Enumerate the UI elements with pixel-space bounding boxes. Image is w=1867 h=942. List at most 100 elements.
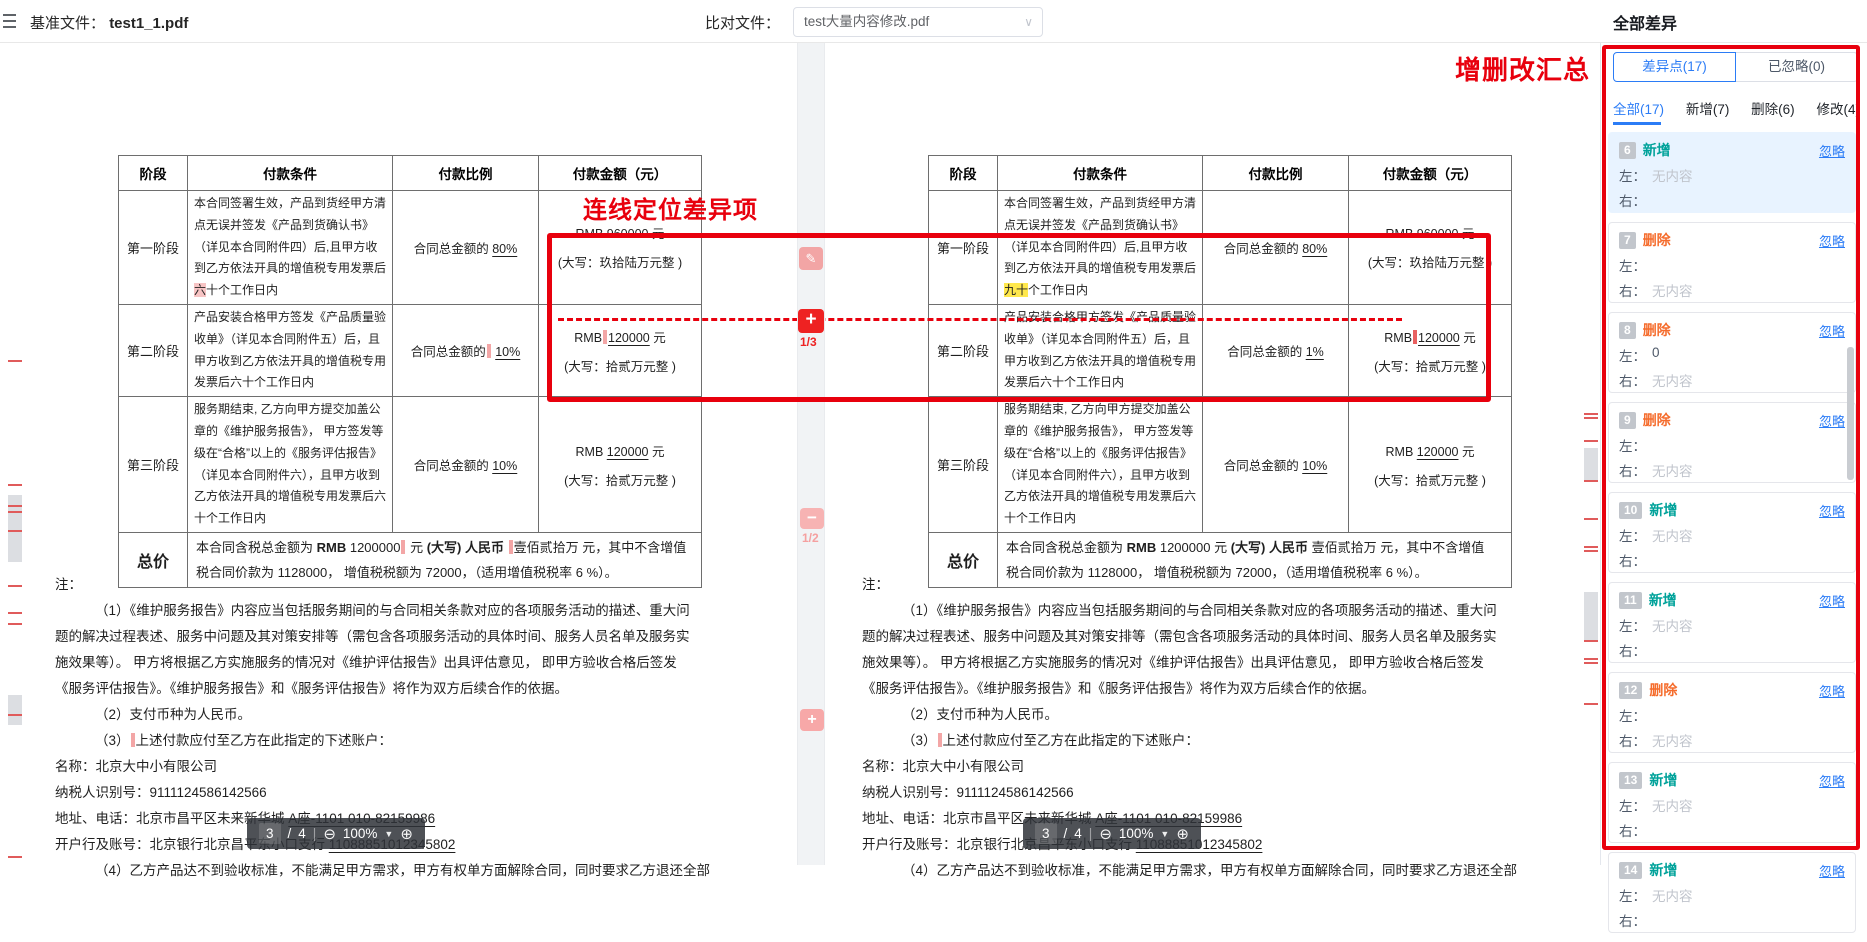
diff-card[interactable]: 14 新增 忽略 左：无内容 右：: [1608, 852, 1856, 933]
zoom-out-icon[interactable]: ⊖: [323, 825, 336, 843]
diff-type-label: 删除: [1649, 680, 1677, 700]
filter-modified[interactable]: 修改(4): [1817, 98, 1861, 118]
ignore-link[interactable]: 忽略: [1819, 771, 1845, 790]
ratio-cell: 合同总金额的 80%: [1203, 191, 1349, 305]
diff-card[interactable]: 12 删除 忽略 左： 右：无内容: [1608, 672, 1856, 753]
toolbar-divider: |: [313, 826, 317, 841]
filter-all[interactable]: 全部(17): [1613, 98, 1664, 118]
right-page-toolbar: 3 / 4 | ⊖ 100% ▼ ⊕: [1023, 818, 1201, 849]
left-minimap-strip[interactable]: [8, 43, 24, 865]
ignore-link[interactable]: 忽略: [1819, 501, 1845, 520]
diff-position-tick: [1584, 703, 1598, 705]
diff-position-tick: [8, 585, 22, 587]
expand-diff-button[interactable]: +: [800, 709, 824, 731]
ignore-link[interactable]: 忽略: [1819, 231, 1845, 250]
diff-position-tick: [1584, 550, 1598, 552]
ratio-cell: 合同总金额的 1%: [1203, 304, 1349, 396]
left-page-toolbar: 3 / 4 | ⊖ 100% ▼ ⊕: [247, 818, 425, 849]
tab-ignored[interactable]: 已忽略(0): [1736, 52, 1858, 82]
ignore-link[interactable]: 忽略: [1819, 681, 1845, 700]
left-label: 左：: [1619, 345, 1646, 365]
edit-pencil-icon[interactable]: ✎: [799, 247, 823, 270]
diff-card[interactable]: 10 新增 忽略 左：无内容 右：: [1608, 492, 1856, 573]
annotation-summary-text: 增删改汇总: [1455, 50, 1590, 87]
filter-deleted[interactable]: 删除(6): [1751, 98, 1795, 118]
diff-card[interactable]: 13 新增 忽略 左：无内容 右：: [1608, 762, 1856, 843]
right-value: 无内容: [1652, 280, 1693, 300]
ignore-link[interactable]: 忽略: [1819, 321, 1845, 340]
diff-number-badge: 14: [1619, 862, 1642, 879]
page-number-input[interactable]: 3: [1035, 823, 1057, 844]
diff-filters: 全部(17) 新增(7) 删除(6) 修改(4): [1613, 98, 1860, 118]
doc-note-line: 注：: [862, 572, 1502, 598]
diff-panel-title: 全部差异: [1613, 10, 1677, 34]
zoom-caret-icon[interactable]: ▼: [384, 829, 393, 839]
compare-file-select[interactable]: test大量内容修改.pdf ∨: [793, 7, 1043, 37]
right-value: 无内容: [1652, 460, 1693, 480]
stage-cell: 第三阶段: [929, 397, 998, 533]
next-diff-button[interactable]: +: [798, 309, 824, 333]
right-value: 无内容: [1652, 370, 1693, 390]
filter-added[interactable]: 新增(7): [1686, 98, 1730, 118]
table-row: 第一阶段 本合同签署生效，产品到货经甲方清点无误并签发《产品到货确认书》（详见本…: [929, 191, 1512, 305]
ratio-cell: 合同总金额的 10%: [393, 304, 539, 396]
left-label: 左：: [1619, 615, 1646, 635]
diff-type-label: 新增: [1649, 860, 1677, 880]
stage-cell: 第二阶段: [119, 304, 188, 396]
ignore-link[interactable]: 忽略: [1819, 141, 1845, 160]
table-row: 第一阶段 本合同签署生效，产品到货经甲方清点无误并签发《产品到货确认书》（详见本…: [119, 191, 702, 305]
doc-note-line: 名称：北京大中小有限公司: [862, 754, 1502, 780]
right-minimap-strip[interactable]: [1584, 43, 1600, 865]
page-total: 4: [1074, 826, 1082, 841]
base-file-name: test1_1.pdf: [109, 15, 188, 32]
diff-panel: 差异点(17) 已忽略(0) 全部(17) 新增(7) 删除(6) 修改(4) …: [1601, 0, 1867, 865]
right-label: 右：: [1619, 280, 1646, 300]
amount-cell: RMB 960000 元 (大写：玖拾陆万元整 ): [1349, 191, 1512, 305]
top-header: 基准文件： test1_1.pdf 比对文件： test大量内容修改.pdf ∨…: [0, 0, 1867, 43]
table-row: 第二阶段 产品安装合格甲方签发《产品质量验收单》（详见本合同附件五）后，且甲方收…: [119, 304, 702, 396]
ignore-link[interactable]: 忽略: [1819, 861, 1845, 880]
doc-note-line: （4）乙方产品达不到验收标准，不能满足甲方需求，甲方有权单方面解除合同，同时要求…: [55, 858, 695, 884]
ignore-link[interactable]: 忽略: [1819, 411, 1845, 430]
zoom-caret-icon[interactable]: ▼: [1160, 829, 1169, 839]
doc-note-line: （2）支付币种为人民币。: [55, 702, 695, 728]
stage-cell: 第一阶段: [119, 191, 188, 305]
right-label: 右：: [1619, 460, 1646, 480]
doc-note-line: 施效果等）。 甲方将根据乙方实施服务的情况对《维护评估报告》出具评估意见， 即甲…: [55, 650, 695, 676]
zoom-level[interactable]: 100%: [1119, 826, 1154, 841]
stage-cell: 第一阶段: [929, 191, 998, 305]
page-number-input[interactable]: 3: [259, 823, 281, 844]
condition-cell: 服务期结束, 乙方向甲方提交加盖公章的《维护服务报告》， 甲方签发等级在“合格”…: [188, 397, 393, 533]
zoom-in-icon[interactable]: ⊕: [400, 825, 413, 843]
zoom-out-icon[interactable]: ⊖: [1099, 825, 1112, 843]
page-total: 4: [298, 826, 306, 841]
table-row: 第三阶段 服务期结束, 乙方向甲方提交加盖公章的《维护服务报告》， 甲方签发等级…: [119, 397, 702, 533]
diff-card[interactable]: 8 删除 忽略 左：0 右：无内容: [1608, 312, 1856, 393]
diff-card[interactable]: 7 删除 忽略 左： 右：无内容: [1608, 222, 1856, 303]
scrollbar-thumb[interactable]: [1584, 448, 1598, 480]
diff-counter-mid: 1/2: [802, 531, 819, 545]
diff-card[interactable]: 6 新增 忽略 左：无内容 右：: [1608, 132, 1856, 213]
diff-panel-scrollbar[interactable]: [1847, 347, 1854, 480]
ratio-cell: 合同总金额的 10%: [393, 397, 539, 533]
compare-file-caption: 比对文件：: [705, 15, 780, 32]
collapse-diff-button[interactable]: −: [800, 508, 824, 529]
zoom-in-icon[interactable]: ⊕: [1176, 825, 1189, 843]
ignore-link[interactable]: 忽略: [1819, 591, 1845, 610]
tab-diff-points[interactable]: 差异点(17): [1613, 52, 1736, 82]
col-header: 付款金额（元）: [539, 156, 702, 191]
condition-cell: 产品安装合格甲方签发《产品质量验收单》（详见本合同附件五）后，且甲方收到乙方依法…: [188, 304, 393, 396]
right-label: 右：: [1619, 190, 1646, 210]
diff-card[interactable]: 9 删除 忽略 左： 右：无内容: [1608, 402, 1856, 483]
diff-position-tick: [1584, 662, 1598, 664]
base-file-caption: 基准文件：: [30, 15, 105, 32]
left-label: 左：: [1619, 165, 1646, 185]
doc-note-line: 《服务评估报告》。《维护服务报告》和《服务评估报告》将作为双方后续合作的依据。: [55, 676, 695, 702]
menu-hamburger-icon[interactable]: [3, 14, 17, 32]
scrollbar-thumb[interactable]: [1584, 592, 1598, 640]
diff-position-tick: [8, 530, 22, 532]
right-label: 右：: [1619, 910, 1646, 930]
zoom-level[interactable]: 100%: [343, 826, 378, 841]
scrollbar-thumb[interactable]: [8, 695, 22, 725]
diff-card[interactable]: 11 新增 忽略 左：无内容 右：: [1608, 582, 1856, 663]
